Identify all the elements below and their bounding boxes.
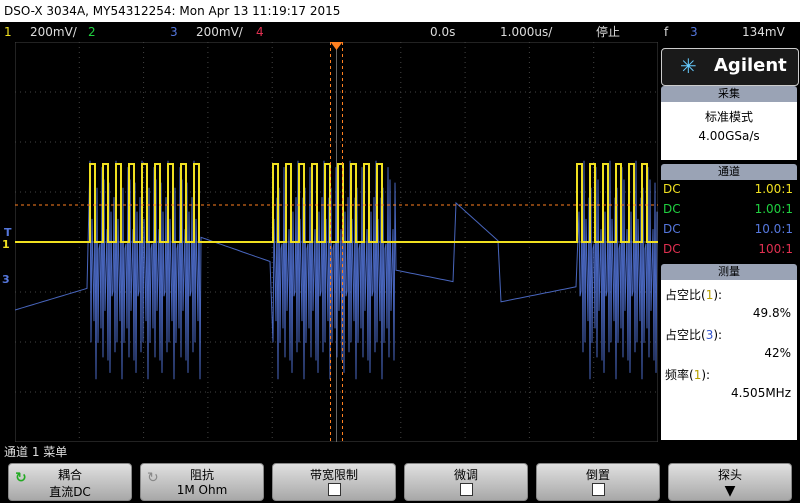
ch4-coupling: DC <box>663 242 681 256</box>
ch2-probe: 1.00:1 <box>754 202 793 216</box>
sample-rate: 4.00GSa/s <box>698 129 760 143</box>
channels-panel[interactable]: DC 1.00:1 DC 1.00:1 DC 10.0:1 DC 100:1 <box>661 180 797 260</box>
measurement-value-duty-ch1: 49.8% <box>752 306 791 320</box>
ch3-number[interactable]: 3 <box>170 22 178 42</box>
invert-checkbox[interactable] <box>591 483 605 496</box>
bandwidth-limit-softkey[interactable]: 带宽限制 <box>272 463 396 501</box>
ch1-coupling: DC <box>663 182 681 196</box>
menu-title: 通道 1 菜单 <box>4 445 68 459</box>
ch1-ground-marker[interactable]: 1 <box>2 238 10 251</box>
ch1-number[interactable]: 1 <box>4 22 12 42</box>
fine-adjust-checkbox[interactable] <box>459 483 473 496</box>
horizontal-delay[interactable]: 0.0s <box>430 22 455 42</box>
measurement-value-freq-ch1: 4.505MHz <box>730 386 791 400</box>
measurement-label-duty-ch3: 占空比(3): <box>665 328 723 342</box>
ch3-ground-marker[interactable]: 3 <box>2 273 10 286</box>
side-panel: ✳ Agilent 采集 标准模式 4.00GSa/s 通道 DC 1.00:1… <box>660 42 800 442</box>
waveform-svg <box>14 41 659 443</box>
softkey-bar: ↻ 耦合 直流DC ↻ 阻抗 1M Ohm 带宽限制 微调 倒置 探头 ▼ <box>0 461 800 503</box>
channels-header: 通道 <box>661 164 797 180</box>
probe-softkey[interactable]: 探头 ▼ <box>668 463 792 501</box>
measurement-value-duty-ch3: 42% <box>764 346 791 360</box>
trigger-position-marker <box>330 42 343 50</box>
status-bar: 1 200mV/ 2 3 200mV/ 4 0.0s 1.000us/ 停止 f… <box>0 22 800 42</box>
trigger-level[interactable]: 134mV <box>742 22 785 42</box>
ch1-scale[interactable]: 200mV/ <box>30 22 77 42</box>
coupling-softkey[interactable]: ↻ 耦合 直流DC <box>8 463 132 501</box>
measurement-label-duty-ch1: 占空比(1): <box>665 288 723 302</box>
ch3-coupling: DC <box>663 222 681 236</box>
trigger-channel[interactable]: 3 <box>690 22 698 42</box>
ch2-coupling: DC <box>663 202 681 216</box>
window-title: DSO-X 3034A, MY54312254: Mon Apr 13 11:1… <box>0 0 800 22</box>
waveform-display[interactable] <box>14 41 659 443</box>
measurements-panel[interactable]: 占空比(1): 49.8% 占空比(3): 42% 频率(1): 4.505MH… <box>661 280 797 440</box>
acquisition-header: 采集 <box>661 86 797 102</box>
ch4-probe: 100:1 <box>758 242 793 256</box>
measurements-header: 测量 <box>661 264 797 280</box>
run-state[interactable]: 停止 <box>596 22 620 42</box>
agilent-logo: ✳ Agilent <box>661 48 799 86</box>
timebase-scale[interactable]: 1.000us/ <box>500 22 552 42</box>
ch1-probe: 1.00:1 <box>754 182 793 196</box>
ch2-number[interactable]: 2 <box>88 22 96 42</box>
ch3-scale[interactable]: 200mV/ <box>196 22 243 42</box>
agilent-spark-icon: ✳ <box>680 54 697 78</box>
impedance-softkey[interactable]: ↻ 阻抗 1M Ohm <box>140 463 264 501</box>
acquisition-mode: 标准模式 <box>704 110 753 124</box>
acquisition-panel[interactable]: 标准模式 4.00GSa/s <box>661 102 797 160</box>
submenu-arrow-icon: ▼ <box>724 483 736 499</box>
invert-softkey[interactable]: 倒置 <box>536 463 660 501</box>
ch4-number[interactable]: 4 <box>256 22 264 42</box>
bandwidth-limit-checkbox[interactable] <box>327 483 341 496</box>
ch3-probe: 10.0:1 <box>754 222 793 236</box>
measurement-label-freq-ch1: 频率(1): <box>665 368 711 382</box>
fine-adjust-softkey[interactable]: 微调 <box>404 463 528 501</box>
trigger-edge-icon: f <box>664 25 669 39</box>
